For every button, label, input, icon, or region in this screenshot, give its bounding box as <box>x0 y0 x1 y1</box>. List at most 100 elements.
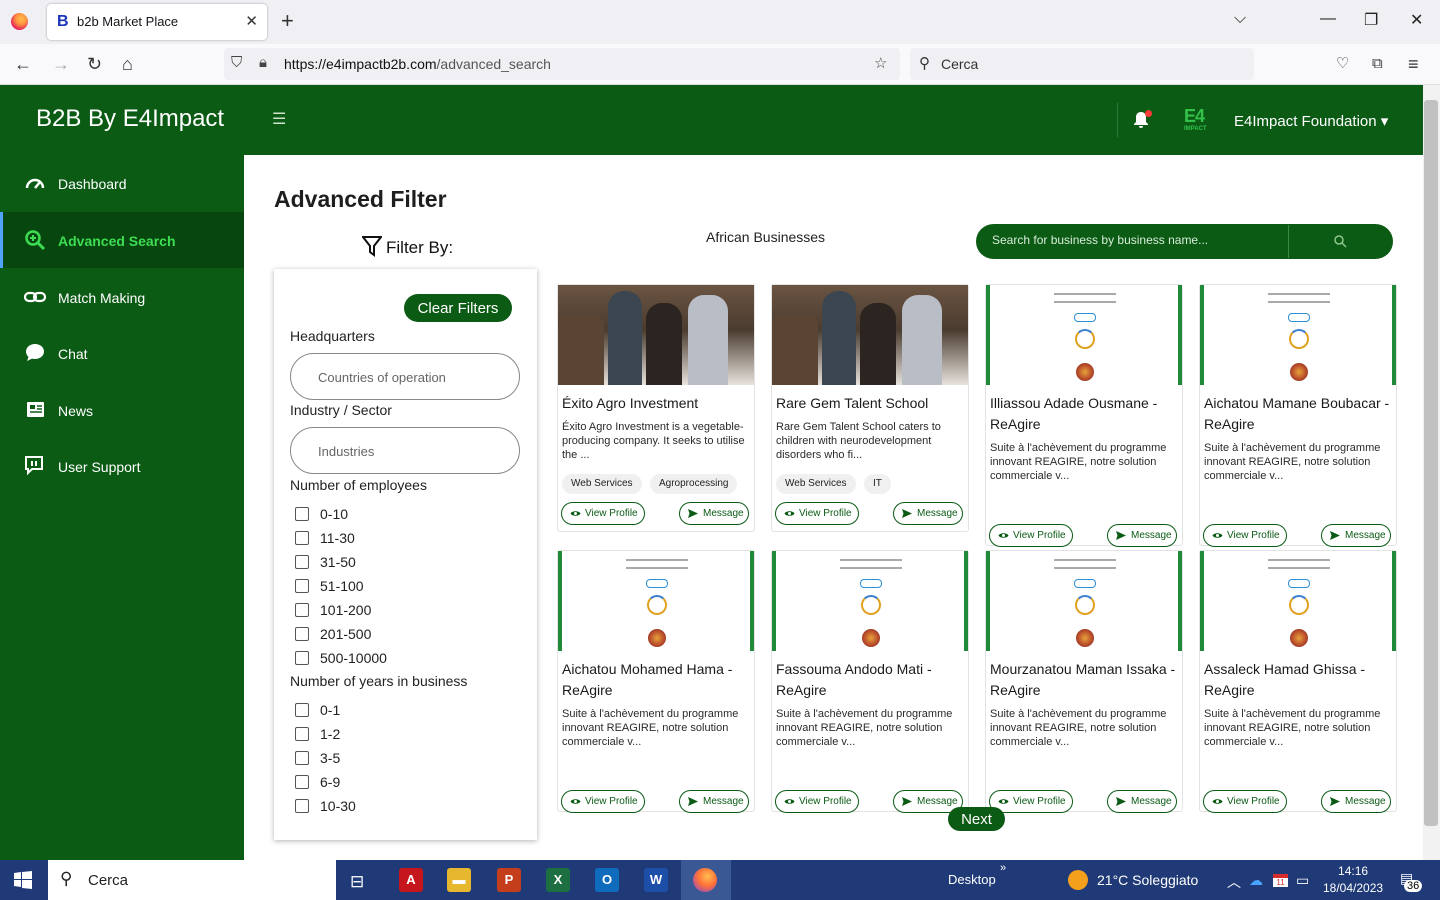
message-button[interactable]: Message <box>1107 790 1177 813</box>
chevron-right-icon[interactable]: » <box>1000 862 1006 874</box>
clock[interactable]: 14:16 18/04/2023 <box>1323 863 1383 897</box>
sidebar-item-chat[interactable]: Chat <box>0 325 244 381</box>
business-name[interactable]: Éxito Agro Investment <box>562 393 752 414</box>
message-button[interactable]: Message <box>679 790 749 813</box>
bookmark-star-icon[interactable]: ☆ <box>874 54 887 72</box>
firefox-taskbar-icon[interactable] <box>693 868 717 892</box>
powerpoint-icon[interactable]: P <box>497 868 521 892</box>
new-tab-icon[interactable]: + <box>281 8 294 34</box>
business-photo <box>558 285 754 385</box>
acrobat-icon[interactable]: A <box>399 868 423 892</box>
firefox-icon[interactable] <box>11 13 28 30</box>
business-description: Suite à l'achèvement du programme innova… <box>1204 442 1381 482</box>
desktop-toolbar[interactable]: Desktop <box>948 872 996 887</box>
sidebar-item-match-making[interactable]: Match Making <box>0 269 244 325</box>
outlook-icon[interactable]: O <box>595 868 619 892</box>
brand-title[interactable]: B2B By E4Impact <box>36 105 224 133</box>
employees-checkbox-201-500[interactable] <box>295 627 309 641</box>
employees-checkbox-51-100[interactable] <box>295 579 309 593</box>
years-checkbox-0-1[interactable] <box>295 703 309 717</box>
years-checkbox-6-9[interactable] <box>295 775 309 789</box>
business-description: Suite à l'achèvement du programme innova… <box>562 708 739 748</box>
employees-checkbox-31-50[interactable] <box>295 555 309 569</box>
years-checkbox-10-30[interactable] <box>295 799 309 813</box>
view-profile-button[interactable]: View Profile <box>989 524 1073 547</box>
employees-checkbox-0-10[interactable] <box>295 507 309 521</box>
sidebar-item-user-support[interactable]: User Support <box>0 438 244 494</box>
restore-icon[interactable]: ❐ <box>1364 10 1378 30</box>
business-search-input[interactable] <box>992 233 1272 247</box>
close-tab-icon[interactable]: ✕ <box>245 12 258 30</box>
calendar-icon[interactable]: 11 <box>1273 874 1288 887</box>
sidebar-item-dashboard[interactable]: Dashboard <box>0 155 244 211</box>
pocket-icon[interactable]: ♡ <box>1336 53 1349 75</box>
sidebar-item-advanced-search[interactable]: Advanced Search <box>0 212 244 268</box>
message-button[interactable]: Message <box>1107 524 1177 547</box>
menu-icon[interactable]: ≡ <box>1408 53 1419 75</box>
weather-text[interactable]: 21°C Soleggiato <box>1097 872 1198 888</box>
reload-icon[interactable]: ↻ <box>87 53 102 75</box>
business-name[interactable]: Assaleck Hamad Ghissa - ReAgire <box>1204 659 1394 701</box>
browser-search-bar[interactable]: ⚲ Cerca <box>910 48 1254 80</box>
send-icon <box>902 797 912 806</box>
close-window-icon[interactable]: ✕ <box>1410 10 1423 30</box>
eye-icon <box>1212 533 1223 538</box>
industry-select[interactable]: Industries <box>290 427 520 474</box>
taskbar-search[interactable]: ⚲ Cerca <box>48 860 336 900</box>
extensions-icon[interactable]: ⧉ <box>1372 53 1383 75</box>
sidebar-item-news[interactable]: News <box>0 382 244 438</box>
view-profile-button[interactable]: View Profile <box>775 502 859 525</box>
minimize-icon[interactable]: — <box>1320 10 1336 28</box>
hamburger-icon[interactable]: ☰ <box>272 109 286 129</box>
message-button[interactable]: Message <box>1321 524 1391 547</box>
forward-icon[interactable]: → <box>52 53 70 75</box>
message-button[interactable]: Message <box>679 502 749 525</box>
windows-start-icon[interactable] <box>14 871 32 889</box>
view-profile-button[interactable]: View Profile <box>561 790 645 813</box>
years-checkbox-3-5[interactable] <box>295 751 309 765</box>
file-explorer-icon[interactable]: ▬ <box>447 868 471 892</box>
show-hidden-icons-chevron-icon[interactable]: ︿ <box>1227 872 1241 892</box>
headquarters-select[interactable]: Countries of operation <box>290 353 520 400</box>
weather-sun-icon[interactable] <box>1068 870 1088 890</box>
business-name[interactable]: Mourzanatou Maman Issaka - ReAgire <box>990 659 1180 701</box>
business-name[interactable]: Rare Gem Talent School <box>776 393 966 414</box>
years-checkbox-1-2[interactable] <box>295 727 309 741</box>
business-name[interactable]: Aichatou Mohamed Hama - ReAgire <box>562 659 752 701</box>
org-menu[interactable]: E4Impact Foundation ▾ <box>1234 112 1388 130</box>
search-icon[interactable] <box>1333 234 1347 248</box>
home-icon[interactable]: ⌂ <box>122 53 133 75</box>
scrollbar-thumb[interactable] <box>1424 100 1438 826</box>
employees-checkbox-500-10000[interactable] <box>295 651 309 665</box>
excel-icon[interactable]: X <box>546 868 570 892</box>
business-name[interactable]: Aichatou Mamane Boubacar - ReAgire <box>1204 393 1394 435</box>
eye-icon <box>570 799 581 804</box>
business-name[interactable]: Illiassou Adade Ousmane - ReAgire <box>990 393 1180 435</box>
tab-list-chevron-icon[interactable]: ⌵ <box>1234 10 1246 28</box>
network-battery-icon[interactable]: ▭ <box>1296 872 1309 889</box>
speedometer-icon <box>25 178 45 189</box>
task-view-icon[interactable]: ⊟ <box>350 872 364 892</box>
lock-icon[interactable]: 🔒︎ <box>259 54 267 71</box>
onedrive-cloud-icon[interactable]: ☁ <box>1249 872 1263 889</box>
word-icon[interactable]: W <box>644 868 668 892</box>
clear-filters-button[interactable]: Clear Filters <box>404 294 512 322</box>
business-logo <box>558 551 754 651</box>
shield-icon[interactable]: ⛉ <box>231 54 242 71</box>
next-page-button[interactable]: Next <box>948 807 1005 831</box>
view-profile-button[interactable]: View Profile <box>775 790 859 813</box>
view-profile-button[interactable]: View Profile <box>561 502 645 525</box>
send-icon <box>902 509 912 518</box>
business-card: Assaleck Hamad Ghissa - ReAgire Suite à l… <box>1199 550 1397 813</box>
employees-checkbox-11-30[interactable] <box>295 531 309 545</box>
view-profile-button[interactable]: View Profile <box>1203 524 1287 547</box>
employees-checkbox-101-200[interactable] <box>295 603 309 617</box>
back-icon[interactable]: ← <box>14 53 32 75</box>
message-button[interactable]: Message <box>893 502 963 525</box>
business-name[interactable]: Fassouma Andodo Mati - ReAgire <box>776 659 966 701</box>
view-profile-button[interactable]: View Profile <box>1203 790 1287 813</box>
view-profile-button[interactable]: View Profile <box>989 790 1073 813</box>
browser-tab[interactable]: B b2b Market Place ✕ <box>47 4 267 40</box>
message-button[interactable]: Message <box>1321 790 1391 813</box>
url-bar[interactable]: ⛉ 🔒︎ https://e4impactb2b.com/advanced_se… <box>224 48 900 80</box>
